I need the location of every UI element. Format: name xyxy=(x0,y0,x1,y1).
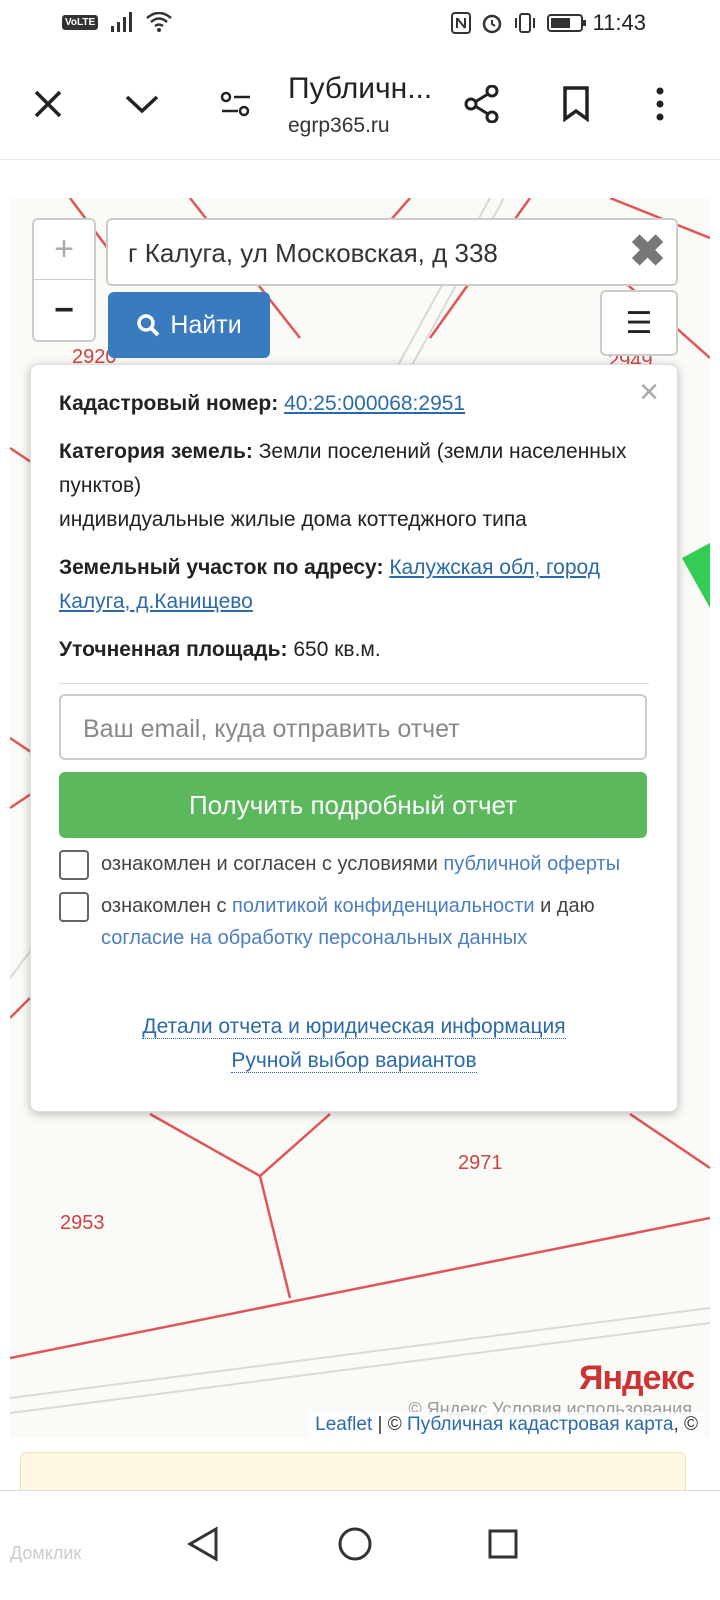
parcel-label: 2953 xyxy=(60,1212,105,1234)
privacy-agreement-row: ознакомлен с политикой конфиденциальност… xyxy=(59,890,649,954)
status-bar: VoLTE 11:43 xyxy=(0,0,720,48)
home-icon xyxy=(338,1527,372,1561)
area-value: 650 кв.м. xyxy=(293,638,381,661)
address-label: Земельный участок по адресу: xyxy=(59,556,384,579)
tune-icon xyxy=(220,91,250,117)
wifi-icon xyxy=(146,12,172,32)
signal-icon xyxy=(111,12,133,32)
more-button[interactable] xyxy=(634,78,686,130)
share-button[interactable] xyxy=(456,78,508,130)
offer-text-prefix: ознакомлен и согласен с условиями xyxy=(101,853,444,875)
get-report-button[interactable]: Получить подробный отчет xyxy=(59,772,647,838)
zoom-out-button[interactable]: − xyxy=(34,280,94,340)
vibrate-icon xyxy=(514,13,535,33)
bookmark-icon xyxy=(563,86,589,122)
offer-link[interactable]: публичной оферты xyxy=(443,853,620,875)
volte-badge: VoLTE xyxy=(62,14,99,30)
address-search-input[interactable]: г Калуга, ул Московская, д 338 ✖ xyxy=(106,218,678,286)
page-url: egrp365.ru xyxy=(288,114,390,137)
zoom-in-button[interactable]: + xyxy=(34,220,94,280)
cadastral-label: Кадастровый номер: xyxy=(59,392,279,415)
collapse-button[interactable] xyxy=(116,78,168,130)
close-icon xyxy=(34,90,62,118)
privacy-text-mid: и даю xyxy=(534,895,595,917)
cadastral-map[interactable]: 2920 2949 2971 2953 + − г Калуга, ул Мос… xyxy=(10,198,710,1438)
home-button[interactable] xyxy=(330,1519,380,1569)
status-time: 11:43 xyxy=(592,10,646,35)
privacy-policy-link[interactable]: политикой конфиденциальности xyxy=(232,895,534,917)
offer-checkbox[interactable] xyxy=(59,850,89,880)
share-icon xyxy=(464,85,499,123)
close-button[interactable] xyxy=(22,78,74,130)
alarm-icon xyxy=(482,14,501,34)
cadastral-map-link[interactable]: Публичная кадастровая карта xyxy=(407,1414,673,1435)
bookmark-button[interactable] xyxy=(550,78,602,130)
cadastral-number-link[interactable]: 40:25:000068:2951 xyxy=(284,392,465,415)
menu-icon: ☰ xyxy=(625,306,653,340)
area-row: Уточненная площадь: 650 кв.м. xyxy=(59,633,649,667)
address-row: Земельный участок по адресу: Калужская о… xyxy=(59,551,649,619)
site-settings-button[interactable] xyxy=(210,78,262,130)
yandex-logo: Яндекс xyxy=(579,1359,695,1397)
find-button-label: Найти xyxy=(170,310,242,339)
find-button[interactable]: Найти xyxy=(108,292,270,358)
browser-toolbar: Публичн... egrp365.ru xyxy=(0,48,720,160)
back-icon xyxy=(186,1526,218,1562)
privacy-text: ознакомлен с политикой конфиденциальност… xyxy=(101,890,649,954)
leaflet-link[interactable]: Leaflet xyxy=(315,1414,372,1435)
report-details-link[interactable]: Детали отчета и юридическая информация xyxy=(142,1015,566,1039)
popup-footer-links: Детали отчета и юридическая информация Р… xyxy=(59,1010,649,1078)
status-left: VoLTE xyxy=(62,12,172,32)
more-vert-icon xyxy=(656,87,664,121)
recents-icon xyxy=(488,1529,518,1559)
attribution-sep: | © xyxy=(372,1414,407,1435)
chevron-down-icon xyxy=(125,95,159,114)
search-value: г Калуга, ул Московская, д 338 xyxy=(128,238,498,268)
email-field[interactable]: Ваш email, куда отправить отчет xyxy=(59,694,647,760)
personal-data-consent-link[interactable]: согласие на обработку персональных данны… xyxy=(101,927,527,949)
zoom-control: + − xyxy=(32,218,96,342)
popup-close-icon[interactable]: × xyxy=(639,375,659,409)
cadastral-number-row: Кадастровый номер: 40:25:000068:2951 xyxy=(59,387,649,421)
back-button[interactable] xyxy=(178,1519,228,1569)
nfc-icon xyxy=(450,12,471,34)
parcel-info-popup: × Кадастровый номер: 40:25:000068:2951 К… xyxy=(30,364,678,1112)
status-right: 11:43 xyxy=(450,10,646,36)
battery-icon xyxy=(546,14,586,32)
privacy-checkbox[interactable] xyxy=(59,892,89,922)
parcel-label: 2971 xyxy=(458,1152,503,1174)
divider xyxy=(59,683,649,684)
menu-button[interactable]: ☰ xyxy=(600,290,678,356)
search-icon xyxy=(137,314,160,337)
category-use: индивидуальные жилые дома коттеджного ти… xyxy=(59,508,527,531)
land-category-row: Категория земель: Земли поселений (земли… xyxy=(59,435,649,537)
page-title: Публичн... xyxy=(288,72,433,105)
clear-search-icon[interactable]: ✖ xyxy=(629,230,666,274)
attribution-tail: , © xyxy=(673,1414,698,1435)
offer-agreement-row: ознакомлен и согласен с условиями публич… xyxy=(59,848,649,880)
recents-button[interactable] xyxy=(478,1519,528,1569)
offer-text: ознакомлен и согласен с условиями публич… xyxy=(101,848,620,880)
manual-selection-link[interactable]: Ручной выбор вариантов xyxy=(231,1049,477,1073)
area-label: Уточненная площадь: xyxy=(59,638,288,661)
map-attribution: Leaflet | © Публичная кадастровая карта,… xyxy=(309,1412,704,1438)
privacy-text-prefix: ознакомлен с xyxy=(101,895,233,917)
battery-fill xyxy=(550,18,570,28)
system-nav-bar: Домклик xyxy=(0,1490,720,1600)
watermark: Домклик xyxy=(10,1543,82,1563)
category-label: Категория земель: xyxy=(59,440,253,463)
